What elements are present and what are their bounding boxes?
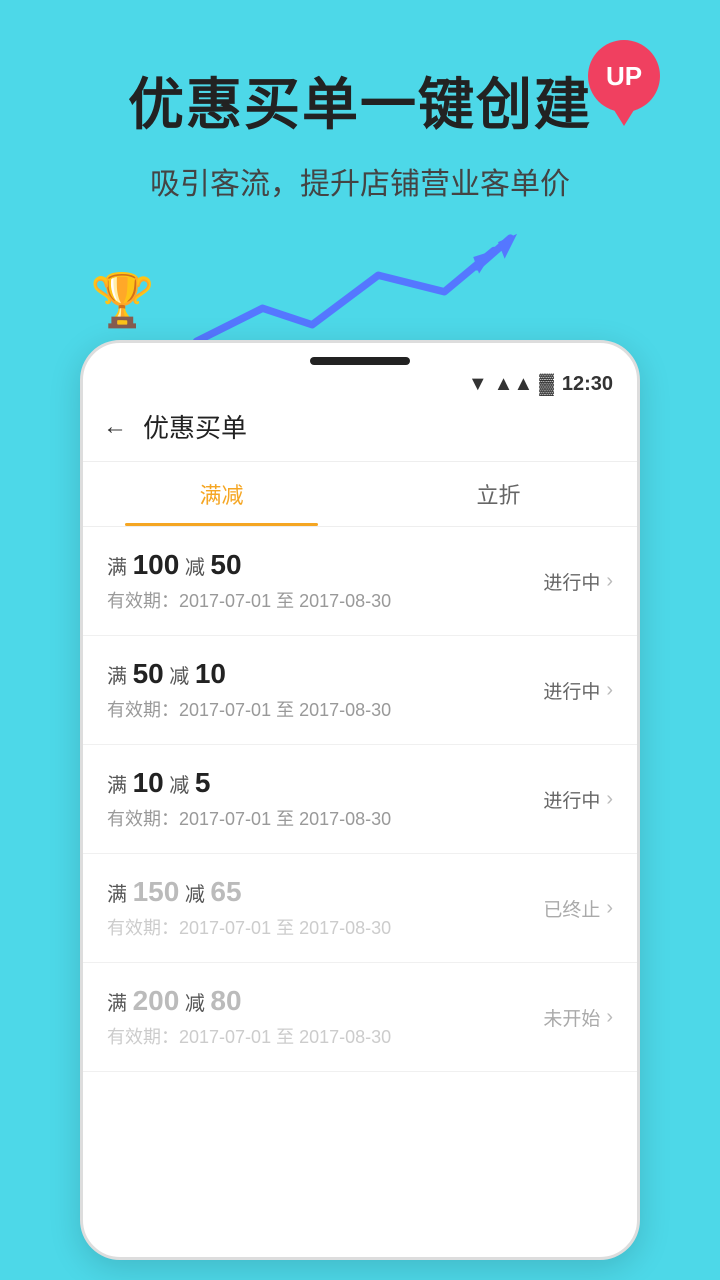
item-status: 已终止 bbox=[543, 895, 600, 922]
chevron-icon: › bbox=[606, 897, 613, 920]
discount-list: 满 100 减 50 有效期：2017-07-01 至 2017-08-30 进… bbox=[83, 527, 637, 1072]
item-status: 未开始 bbox=[543, 1004, 600, 1031]
chevron-icon: › bbox=[606, 788, 613, 811]
item-amount2: 5 bbox=[195, 767, 211, 798]
item-prefix: 满 bbox=[107, 666, 133, 688]
item-mid: 减 bbox=[179, 993, 210, 1015]
item-status: 进行中 bbox=[543, 568, 600, 595]
chevron-icon: › bbox=[606, 570, 613, 593]
item-right: 已终止 › bbox=[543, 895, 613, 922]
wifi-icon: ▼ bbox=[468, 373, 488, 396]
item-prefix: 满 bbox=[107, 775, 133, 797]
item-status: 进行中 bbox=[543, 677, 600, 704]
item-amount1: 150 bbox=[133, 876, 180, 907]
app-header: ← 优惠买单 bbox=[83, 400, 637, 462]
chevron-icon: › bbox=[606, 679, 613, 702]
tabs-container: 满减 立折 bbox=[83, 462, 637, 527]
item-mid: 减 bbox=[179, 884, 210, 906]
item-left: 满 50 减 10 有效期：2017-07-01 至 2017-08-30 bbox=[107, 658, 391, 722]
list-item[interactable]: 满 150 减 65 有效期：2017-07-01 至 2017-08-30 已… bbox=[83, 854, 637, 963]
tab-manjian[interactable]: 满减 bbox=[83, 462, 360, 526]
item-prefix: 满 bbox=[107, 884, 133, 906]
app-title: 优惠买单 bbox=[143, 408, 247, 445]
item-amount1: 10 bbox=[133, 767, 164, 798]
item-date: 有效期：2017-07-01 至 2017-08-30 bbox=[107, 914, 391, 940]
item-date: 有效期：2017-07-01 至 2017-08-30 bbox=[107, 587, 391, 613]
chevron-icon: › bbox=[606, 1006, 613, 1029]
item-title: 满 10 减 5 bbox=[107, 767, 391, 799]
item-prefix: 满 bbox=[107, 993, 133, 1015]
phone-notch bbox=[310, 357, 410, 365]
item-amount2: 50 bbox=[210, 549, 241, 580]
item-title: 满 100 减 50 bbox=[107, 549, 391, 581]
item-date: 有效期：2017-07-01 至 2017-08-30 bbox=[107, 696, 391, 722]
item-left: 满 200 减 80 有效期：2017-07-01 至 2017-08-30 bbox=[107, 985, 391, 1049]
item-right: 进行中 › bbox=[543, 568, 613, 595]
item-prefix: 满 bbox=[107, 557, 133, 579]
item-right: 进行中 › bbox=[543, 677, 613, 704]
item-title: 满 50 减 10 bbox=[107, 658, 391, 690]
item-left: 满 10 减 5 有效期：2017-07-01 至 2017-08-30 bbox=[107, 767, 391, 831]
signal-icon: ▲▲ bbox=[494, 373, 534, 396]
item-left: 满 150 减 65 有效期：2017-07-01 至 2017-08-30 bbox=[107, 876, 391, 940]
status-time: 12:30 bbox=[562, 373, 613, 396]
item-mid: 减 bbox=[164, 666, 195, 688]
item-title: 满 150 减 65 bbox=[107, 876, 391, 908]
battery-icon: ▓ bbox=[539, 373, 554, 396]
trophy-icon: 🏆 bbox=[90, 270, 155, 331]
list-item[interactable]: 满 50 减 10 有效期：2017-07-01 至 2017-08-30 进行… bbox=[83, 636, 637, 745]
phone-mockup: ▼ ▲▲ ▓ 12:30 ← 优惠买单 满减 立折 满 100 减 50 bbox=[80, 340, 640, 1260]
status-bar: ▼ ▲▲ ▓ 12:30 bbox=[83, 365, 637, 400]
item-date: 有效期：2017-07-01 至 2017-08-30 bbox=[107, 805, 391, 831]
phone-frame: ▼ ▲▲ ▓ 12:30 ← 优惠买单 满减 立折 满 100 减 50 bbox=[80, 340, 640, 1260]
item-amount1: 50 bbox=[133, 658, 164, 689]
back-button[interactable]: ← bbox=[103, 413, 127, 441]
item-amount2: 10 bbox=[195, 658, 226, 689]
status-icons: ▼ ▲▲ ▓ bbox=[468, 373, 554, 396]
item-mid: 减 bbox=[179, 557, 210, 579]
list-item[interactable]: 满 10 减 5 有效期：2017-07-01 至 2017-08-30 进行中… bbox=[83, 745, 637, 854]
item-amount1: 100 bbox=[133, 549, 180, 580]
list-item[interactable]: 满 100 减 50 有效期：2017-07-01 至 2017-08-30 进… bbox=[83, 527, 637, 636]
up-badge: UP bbox=[588, 40, 660, 112]
item-date: 有效期：2017-07-01 至 2017-08-30 bbox=[107, 1023, 391, 1049]
item-mid: 减 bbox=[164, 775, 195, 797]
hero-subtitle: 吸引客流，提升店铺营业客单价 bbox=[0, 159, 720, 203]
item-left: 满 100 减 50 有效期：2017-07-01 至 2017-08-30 bbox=[107, 549, 391, 613]
item-status: 进行中 bbox=[543, 786, 600, 813]
tab-lizhe[interactable]: 立折 bbox=[360, 462, 637, 526]
item-right: 未开始 › bbox=[543, 1004, 613, 1031]
item-title: 满 200 减 80 bbox=[107, 985, 391, 1017]
item-amount1: 200 bbox=[133, 985, 180, 1016]
item-amount2: 80 bbox=[210, 985, 241, 1016]
item-amount2: 65 bbox=[210, 876, 241, 907]
list-item[interactable]: 满 200 减 80 有效期：2017-07-01 至 2017-08-30 未… bbox=[83, 963, 637, 1072]
item-right: 进行中 › bbox=[543, 786, 613, 813]
